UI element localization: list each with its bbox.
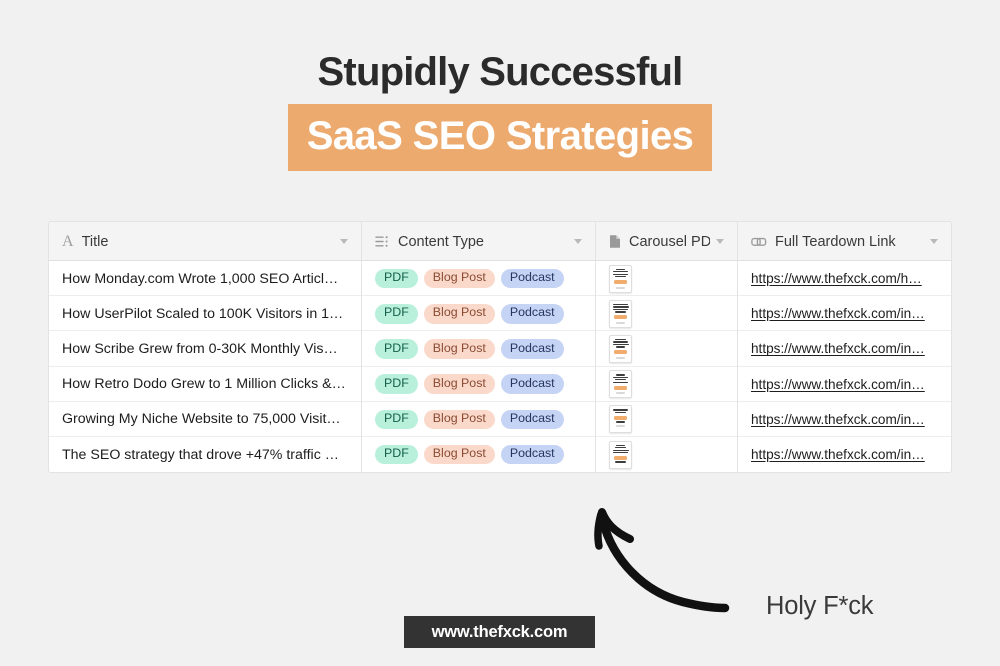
website-badge[interactable]: www.thefxck.com: [404, 616, 595, 648]
table-row[interactable]: How Monday.com Wrote 1,000 SEO Articl… P…: [49, 261, 951, 297]
cell-teardown-link[interactable]: https://www.thefxck.com/in…: [738, 437, 951, 472]
tag-pdf[interactable]: PDF: [375, 444, 418, 465]
tag-pdf[interactable]: PDF: [375, 268, 418, 289]
cell-carousel-pdf[interactable]: [596, 296, 738, 332]
tag-pdf[interactable]: PDF: [375, 374, 418, 394]
tag-blog-post[interactable]: Blog Post: [423, 303, 495, 324]
pdf-thumbnail-icon[interactable]: [609, 334, 632, 363]
page-title: Stupidly Successful SaaS SEO Strategies: [0, 50, 1000, 171]
tag-blog-post[interactable]: Blog Post: [423, 409, 495, 430]
content-table: A Title Content Type Carousel P Full Tea…: [48, 221, 952, 474]
table-row[interactable]: How UserPilot Scaled to 100K Visitors in…: [49, 296, 951, 332]
tag-pdf[interactable]: PDF: [375, 339, 418, 359]
cell-title[interactable]: How Retro Dodo Grew to 1 Million Clicks …: [49, 366, 362, 402]
file-document-icon: [609, 234, 621, 249]
column-header-carousel-pdf[interactable]: Carousel PDF: [596, 222, 738, 261]
cell-teardown-link[interactable]: https://www.thefxck.com/in…: [738, 296, 951, 331]
teardown-link[interactable]: https://www.thefxck.com/in…: [751, 447, 925, 462]
tag-podcast[interactable]: Podcast: [500, 409, 564, 430]
tag-podcast[interactable]: Podcast: [500, 268, 564, 289]
tag-podcast[interactable]: Podcast: [500, 339, 564, 359]
pdf-thumbnail-icon[interactable]: [609, 405, 632, 434]
cell-title[interactable]: How Scribe Grew from 0-30K Monthly Vis…: [49, 331, 362, 367]
tag-group: PDF Blog Post Podcast: [375, 339, 564, 359]
chevron-down-icon[interactable]: [340, 239, 348, 244]
headline-line-2: SaaS SEO Strategies: [287, 103, 713, 171]
cell-carousel-pdf[interactable]: [596, 401, 738, 437]
tag-blog-post[interactable]: Blog Post: [423, 339, 495, 359]
table-row[interactable]: How Retro Dodo Grew to 1 Million Clicks …: [49, 366, 951, 402]
row-title: How Monday.com Wrote 1,000 SEO Articl…: [62, 270, 339, 287]
teardown-link[interactable]: https://www.thefxck.com/in…: [751, 377, 925, 392]
tag-blog-post[interactable]: Blog Post: [423, 374, 495, 394]
teardown-link[interactable]: https://www.thefxck.com/in…: [751, 412, 925, 427]
tag-podcast[interactable]: Podcast: [500, 374, 564, 394]
cell-content-type[interactable]: PDF Blog Post Podcast: [362, 436, 596, 473]
cell-title[interactable]: Growing My Niche Website to 75,000 Visit…: [49, 401, 362, 437]
tag-pdf[interactable]: PDF: [375, 409, 418, 430]
tag-podcast[interactable]: Podcast: [500, 303, 564, 324]
column-header-title-label: Title: [81, 233, 109, 250]
cell-teardown-link[interactable]: https://www.thefxck.com/in…: [738, 402, 951, 437]
chevron-down-icon[interactable]: [574, 239, 582, 244]
multi-select-list-icon: [375, 235, 390, 248]
teardown-link[interactable]: https://www.thefxck.com/in…: [751, 341, 925, 356]
cell-title[interactable]: How UserPilot Scaled to 100K Visitors in…: [49, 296, 362, 332]
curved-arrow-up-left-icon: [585, 498, 745, 623]
table-row[interactable]: The SEO strategy that drove +47% traffic…: [49, 436, 951, 473]
column-header-full-teardown-link[interactable]: Full Teardown Link: [738, 222, 951, 261]
tag-group: PDF Blog Post Podcast: [375, 303, 564, 324]
headline-highlight-wrapper: SaaS SEO Strategies: [0, 103, 1000, 171]
tag-podcast[interactable]: Podcast: [500, 444, 564, 465]
cell-title[interactable]: The SEO strategy that drove +47% traffic…: [49, 436, 362, 473]
cell-content-type[interactable]: PDF Blog Post Podcast: [362, 331, 596, 367]
column-header-content-type-label: Content Type: [398, 233, 484, 250]
row-title: Growing My Niche Website to 75,000 Visit…: [62, 411, 341, 428]
text-A-icon: A: [62, 232, 74, 250]
pdf-thumbnail-icon[interactable]: [609, 264, 632, 293]
cell-content-type[interactable]: PDF Blog Post Podcast: [362, 296, 596, 332]
column-header-title[interactable]: A Title: [49, 222, 362, 261]
tag-blog-post[interactable]: Blog Post: [423, 444, 495, 465]
cell-teardown-link[interactable]: https://www.thefxck.com/in…: [738, 331, 951, 366]
cell-content-type[interactable]: PDF Blog Post Podcast: [362, 261, 596, 297]
row-title: How UserPilot Scaled to 100K Visitors in…: [62, 305, 344, 322]
website-badge-text: www.thefxck.com: [431, 622, 568, 641]
teardown-link[interactable]: https://www.thefxck.com/h…: [751, 271, 922, 286]
tag-group: PDF Blog Post Podcast: [375, 268, 564, 289]
column-header-full-teardown-link-label: Full Teardown Link: [775, 233, 896, 250]
teardown-link[interactable]: https://www.thefxck.com/in…: [751, 306, 925, 321]
column-header-content-type[interactable]: Content Type: [362, 222, 596, 261]
tag-group: PDF Blog Post Podcast: [375, 374, 564, 394]
tag-blog-post[interactable]: Blog Post: [423, 268, 495, 289]
cell-teardown-link[interactable]: https://www.thefxck.com/in…: [738, 367, 951, 402]
table-header-row: A Title Content Type Carousel P Full Tea…: [49, 222, 951, 261]
cell-carousel-pdf[interactable]: [596, 331, 738, 367]
cell-carousel-pdf[interactable]: [596, 436, 738, 473]
cell-content-type[interactable]: PDF Blog Post Podcast: [362, 366, 596, 402]
tag-group: PDF Blog Post Podcast: [375, 444, 564, 465]
headline-line-1: Stupidly Successful: [317, 50, 684, 94]
pdf-thumbnail-icon[interactable]: [609, 370, 632, 399]
cell-teardown-link[interactable]: https://www.thefxck.com/h…: [738, 261, 951, 296]
table-row[interactable]: Growing My Niche Website to 75,000 Visit…: [49, 401, 951, 437]
cell-title[interactable]: How Monday.com Wrote 1,000 SEO Articl…: [49, 261, 362, 297]
row-title: How Scribe Grew from 0-30K Monthly Vis…: [62, 340, 338, 357]
chevron-down-icon[interactable]: [716, 239, 724, 244]
cell-carousel-pdf[interactable]: [596, 366, 738, 402]
row-title: How Retro Dodo Grew to 1 Million Clicks …: [62, 376, 346, 393]
annotation-caption: Holy F*ck: [766, 592, 874, 620]
cell-carousel-pdf[interactable]: [596, 261, 738, 297]
tag-group: PDF Blog Post Podcast: [375, 409, 564, 430]
link-icon: [751, 235, 767, 249]
pdf-thumbnail-icon[interactable]: [609, 299, 632, 328]
tag-pdf[interactable]: PDF: [375, 303, 418, 324]
cell-content-type[interactable]: PDF Blog Post Podcast: [362, 401, 596, 437]
chevron-down-icon[interactable]: [930, 239, 938, 244]
row-title: The SEO strategy that drove +47% traffic…: [62, 446, 339, 463]
table-row[interactable]: How Scribe Grew from 0-30K Monthly Vis… …: [49, 331, 951, 367]
pdf-thumbnail-icon[interactable]: [609, 440, 632, 469]
column-header-carousel-pdf-label: Carousel PDF: [629, 233, 710, 250]
